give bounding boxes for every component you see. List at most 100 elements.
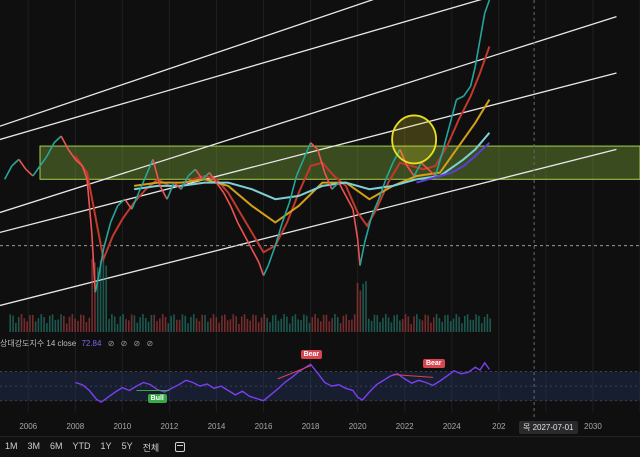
volume-bar	[447, 314, 449, 332]
volume-bar	[345, 314, 348, 332]
volume-bar	[161, 314, 164, 332]
zone-rect	[39, 145, 640, 180]
range-toolbar: 1M 3M 6M YTD 1Y 5Y 전체	[0, 436, 640, 457]
volume-bar	[71, 314, 74, 332]
bear-annotation: Bear	[422, 359, 445, 369]
range-button-2[interactable]: 6M	[50, 441, 63, 454]
range-button-6[interactable]: 전체	[143, 441, 160, 454]
volume-bar	[424, 314, 427, 332]
volume-bar	[455, 314, 458, 332]
volume-bar	[212, 314, 215, 332]
volume-bar	[130, 314, 133, 332]
volume-bar	[379, 321, 381, 332]
volume-bar	[444, 315, 446, 332]
x-axis: 2006 2008 2010 2012 2014 2016 2018 2020 2022 2024…	[19, 422, 602, 431]
volume-bar	[198, 321, 201, 332]
volume-bar	[382, 317, 384, 332]
volume-bar	[334, 314, 336, 332]
price-segment	[11, 158, 20, 167]
volume-bar	[384, 314, 387, 332]
volume-bar	[438, 317, 441, 332]
volume-bar	[311, 317, 314, 332]
volume-bar	[111, 314, 113, 332]
volume-bar	[257, 322, 260, 332]
volume-bar	[486, 314, 489, 332]
volume-bar	[269, 322, 271, 332]
range-button-3[interactable]: YTD	[73, 441, 91, 454]
volume-bar	[413, 316, 415, 332]
volume-bar	[85, 322, 88, 332]
volume-bars	[9, 259, 492, 332]
rsi-controls[interactable]: ⊘ ⊘ ⊘ ⊘	[108, 339, 155, 348]
volume-bar	[322, 314, 325, 332]
volume-bar	[418, 319, 421, 332]
volume-bar	[336, 316, 339, 332]
price-segment	[251, 248, 260, 263]
volume-bar	[314, 314, 316, 332]
volume-bar	[17, 317, 20, 332]
volume-bar	[184, 315, 187, 332]
volume-bar	[475, 314, 477, 332]
volume-bar	[441, 321, 444, 332]
volume-bar	[300, 320, 302, 332]
highlight-circle	[391, 114, 438, 165]
volume-bar	[399, 320, 401, 332]
volume-bar	[82, 315, 85, 332]
volume-bar	[150, 315, 153, 332]
volume-bar	[263, 314, 266, 332]
volume-bar	[356, 282, 359, 332]
volume-bar	[26, 321, 28, 332]
volume-bar	[478, 315, 480, 332]
range-button-0[interactable]: 1M	[5, 441, 18, 454]
volume-bar	[393, 315, 396, 332]
volume-bar	[294, 314, 297, 332]
volume-bar	[80, 314, 82, 332]
volume-bar	[308, 322, 311, 332]
volume-bar	[466, 314, 469, 332]
x-tick-label: 2010	[113, 422, 131, 431]
volume-bar	[427, 315, 429, 332]
volume-bar	[108, 318, 110, 332]
volume-bar	[113, 316, 116, 332]
price-segment	[25, 168, 34, 177]
volume-bar	[325, 314, 328, 332]
price-segment	[53, 135, 62, 144]
volume-bar	[266, 317, 268, 332]
volume-bar	[410, 323, 412, 332]
volume-bar	[74, 318, 76, 332]
volume-bar	[209, 317, 212, 332]
volume-bar	[249, 320, 252, 332]
volume-bar	[128, 320, 130, 332]
volume-bar	[240, 316, 243, 332]
volume-bar	[291, 316, 294, 332]
channel-line	[0, 15, 617, 214]
volume-bar	[288, 323, 291, 332]
volume-bar	[23, 318, 26, 332]
price-segment	[483, 0, 491, 14]
chart-area[interactable]: 2006 2008 2010 2012 2014 2016 2018 2020 2022 2024…	[0, 0, 640, 457]
volume-bar	[125, 319, 127, 332]
volume-bar	[207, 321, 209, 332]
volume-bar	[365, 281, 367, 332]
x-tick-label: 2006	[19, 422, 37, 431]
volume-bar	[229, 319, 232, 332]
volume-bar	[221, 315, 223, 332]
volume-bar	[235, 316, 237, 332]
price-segment	[236, 222, 246, 237]
volume-bar	[297, 319, 300, 332]
price-segment	[32, 165, 41, 177]
volume-bar	[9, 314, 12, 332]
volume-bar	[181, 314, 184, 332]
volume-bar	[201, 314, 204, 332]
resistance-zone	[39, 145, 640, 180]
x-tick-label: 2024	[443, 422, 461, 431]
calendar-icon[interactable]	[175, 442, 186, 452]
range-button-5[interactable]: 5Y	[122, 441, 133, 454]
volume-bar	[435, 314, 438, 332]
range-button-4[interactable]: 1Y	[101, 441, 112, 454]
volume-bar	[226, 320, 229, 332]
price-segment	[262, 265, 269, 276]
rsi-label: 상대강도지수	[0, 339, 45, 348]
bull-annotation: Bull	[147, 393, 167, 403]
range-button-1[interactable]: 3M	[28, 441, 41, 454]
